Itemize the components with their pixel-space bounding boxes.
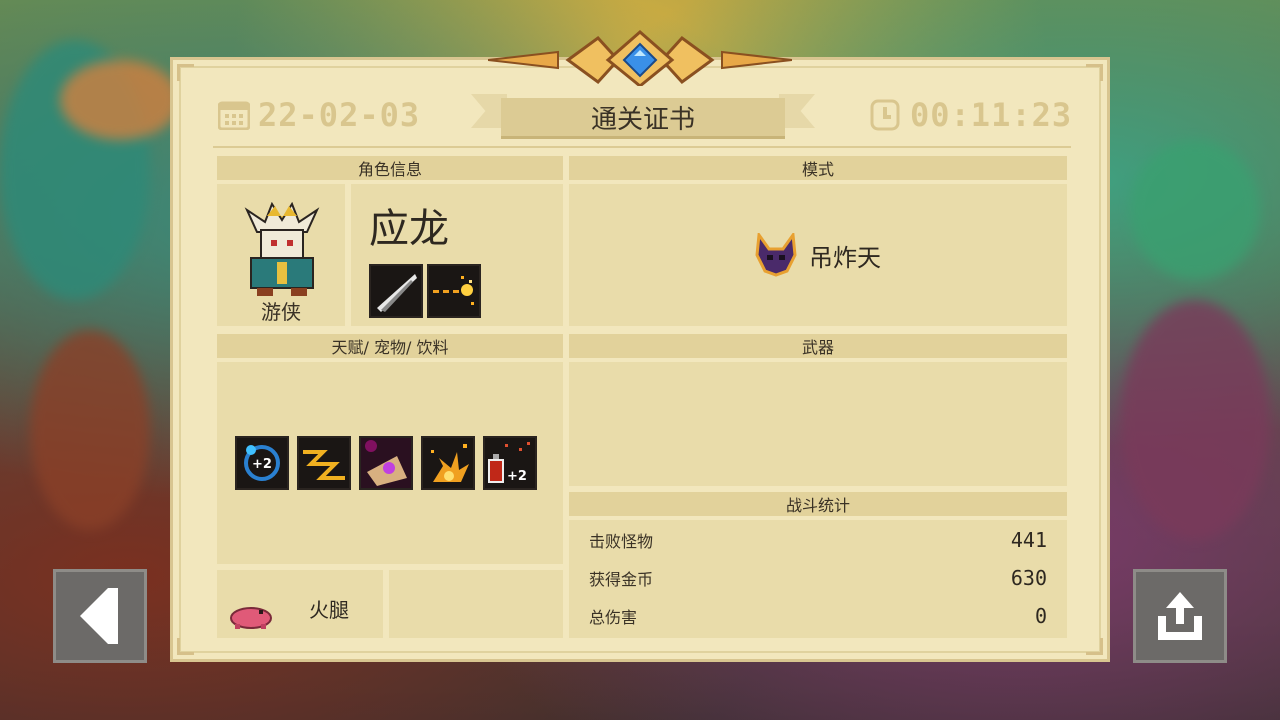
svg-text:+2: +2 [252, 457, 272, 472]
background-blob [1130, 140, 1260, 280]
spark-dash-skill-icon[interactable] [427, 264, 481, 318]
pet-box: 火腿 [217, 570, 383, 638]
talents-panel-header: 天赋/ 宠物/ 饮料 [217, 334, 563, 358]
ranger-character-sprite [244, 202, 320, 296]
calendar-icon [218, 101, 250, 130]
background-blob [30, 330, 150, 530]
demon-horn-icon [755, 233, 797, 277]
stat-row-monsters: 击败怪物 441 [589, 528, 1047, 552]
character-detail-box: 应龙 [351, 184, 563, 326]
share-icon [1158, 592, 1202, 640]
title-ribbon: 通关证书 [471, 94, 815, 139]
character-portrait-box: 游侠 [217, 184, 345, 326]
blue-orb-plus2-icon[interactable]: +2 [235, 436, 289, 490]
stat-value: 630 [1010, 566, 1047, 590]
stat-value: 441 [1010, 528, 1047, 552]
share-button[interactable] [1133, 569, 1227, 663]
character-name: 应龙 [369, 206, 449, 252]
time-display: 00:11:23 [870, 96, 1072, 134]
weapons-panel-header: 武器 [569, 334, 1067, 358]
stat-row-gold: 获得金币 630 [589, 566, 1047, 590]
gem-ornament [488, 30, 792, 86]
back-arrow-icon [80, 588, 118, 644]
corner-ornament [1086, 638, 1103, 655]
character-class: 游侠 [261, 300, 301, 324]
magic-scroll-icon[interactable] [359, 436, 413, 490]
background-blob [1120, 300, 1270, 540]
date-text: 22-02-03 [258, 96, 421, 134]
lightning-strike-icon[interactable] [297, 436, 351, 490]
weapons-box [569, 362, 1067, 486]
stat-label: 总伤害 [589, 608, 638, 627]
background-blob [60, 60, 180, 140]
clock-icon [870, 99, 900, 131]
mode-box: 吊炸天 [569, 184, 1067, 326]
certificate-title: 通关证书 [501, 98, 785, 139]
time-text: 00:11:23 [910, 96, 1073, 134]
drink-box [389, 570, 563, 638]
fire-burst-icon[interactable] [421, 436, 475, 490]
character-panel-header: 角色信息 [217, 156, 563, 180]
header-divider [213, 146, 1071, 148]
certificate-card: 22-02-03 通关证书 00:11:23 角色信息 游侠 应龙 模式 吊炸天… [170, 57, 1110, 662]
stats-panel-header: 战斗统计 [569, 492, 1067, 516]
corner-ornament [177, 64, 194, 81]
corner-ornament [1086, 64, 1103, 81]
mode-name: 吊炸天 [809, 243, 881, 272]
stat-label: 击败怪物 [589, 532, 654, 551]
date-display: 22-02-03 [218, 96, 420, 134]
pink-pig-icon [230, 607, 272, 629]
stats-box: 击败怪物 441 获得金币 630 总伤害 0 [569, 520, 1067, 638]
corner-ornament [177, 638, 194, 655]
stat-value: 0 [1034, 604, 1047, 628]
red-potion-plus2-icon[interactable]: +2 [483, 436, 537, 490]
pet-name: 火腿 [309, 598, 349, 622]
stat-row-damage: 总伤害 0 [589, 604, 1047, 628]
svg-text:+2: +2 [507, 469, 527, 484]
stat-label: 获得金币 [589, 570, 654, 589]
back-button[interactable] [53, 569, 147, 663]
talents-box: +2 +2 [217, 362, 563, 564]
blade-slash-skill-icon[interactable] [369, 264, 423, 318]
mode-panel-header: 模式 [569, 156, 1067, 180]
